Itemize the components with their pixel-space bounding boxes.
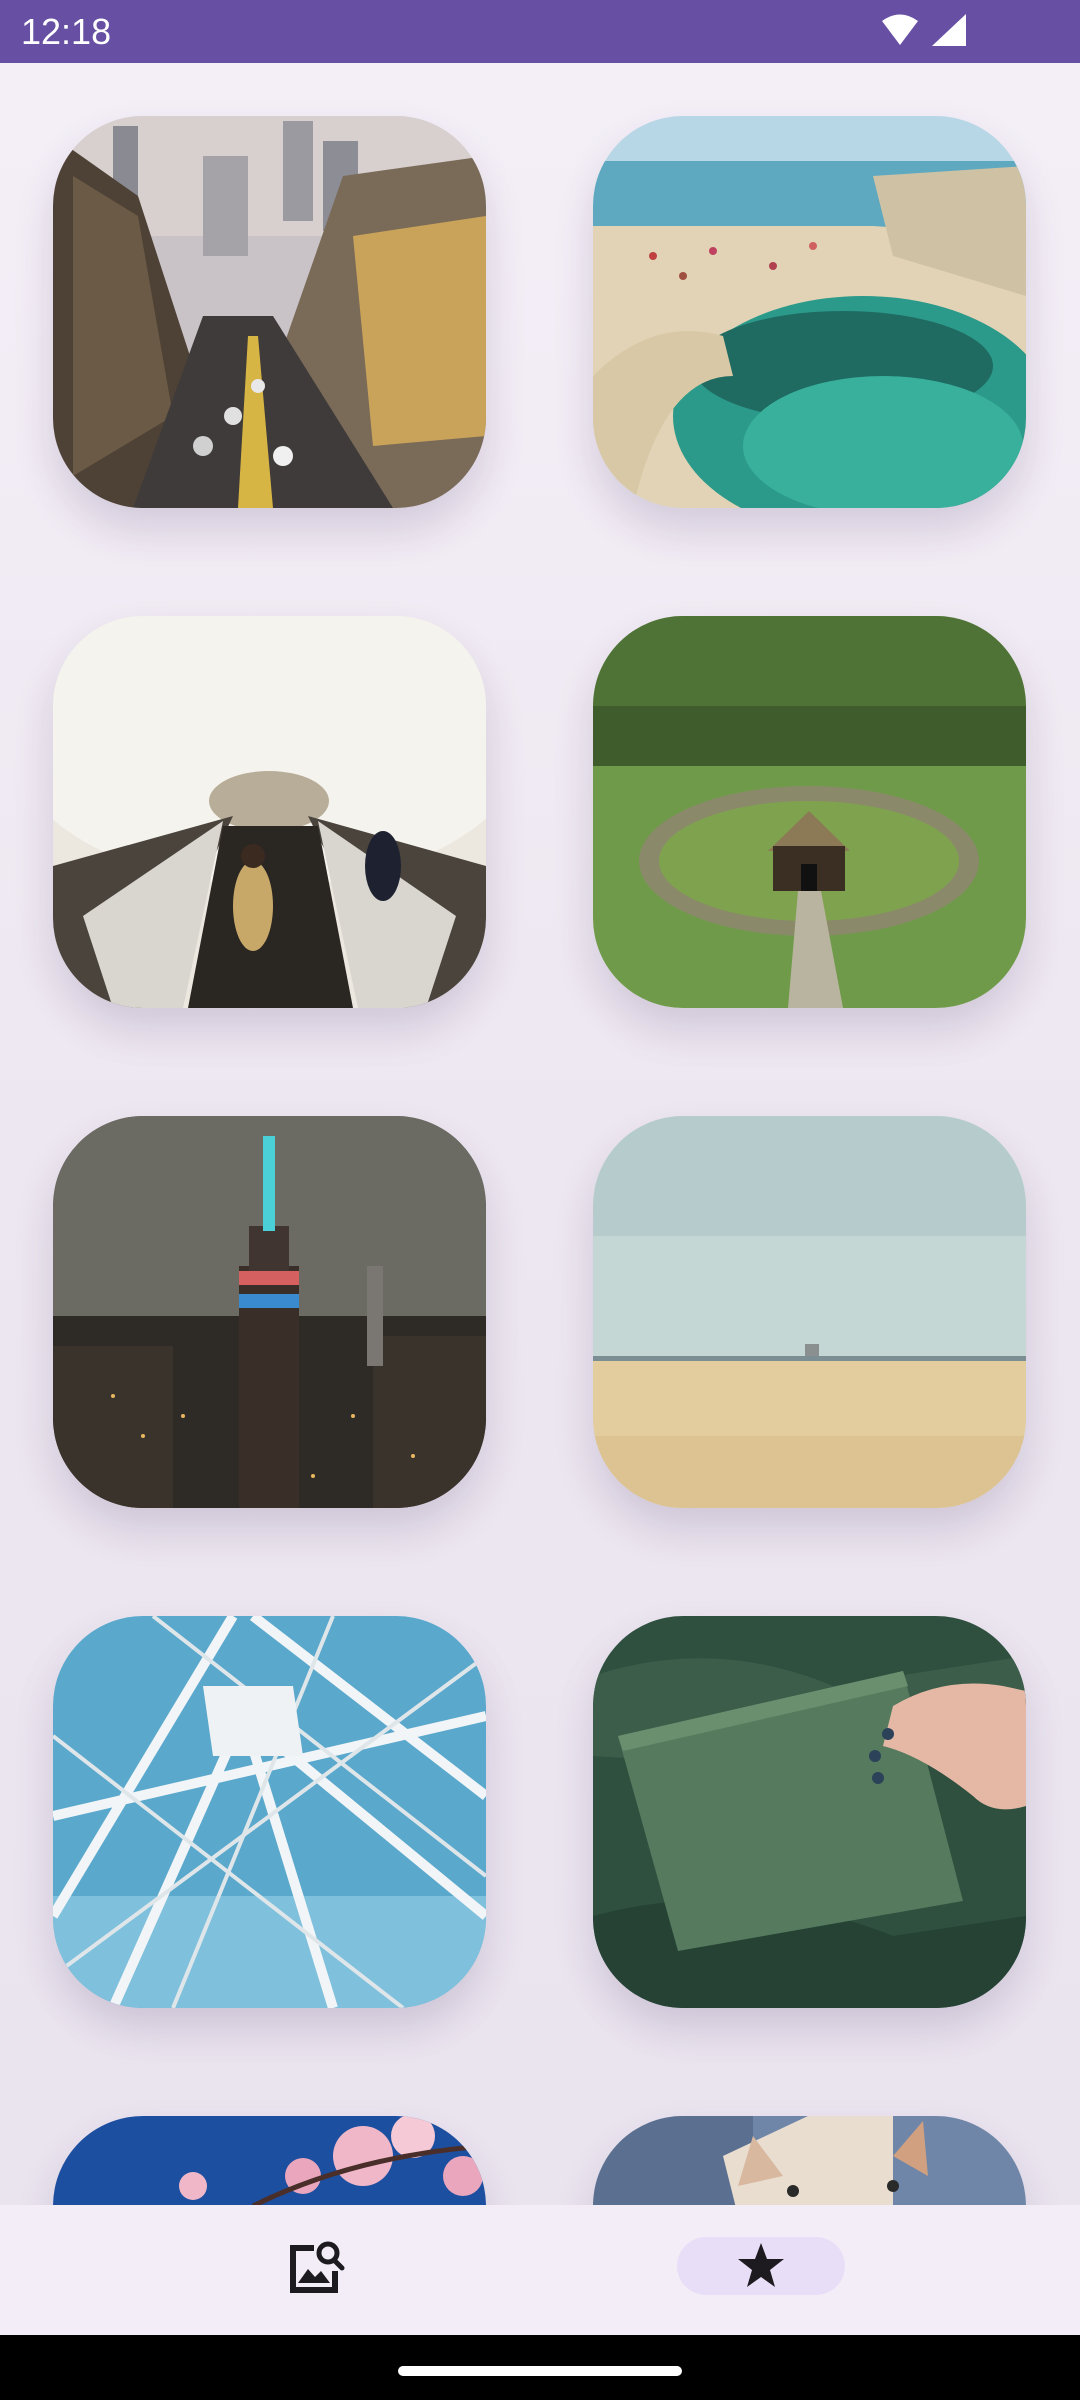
gallery-item-skyline-night[interactable] xyxy=(53,1116,486,1508)
gallery-item-city-street[interactable] xyxy=(53,116,486,508)
nav-item-search[interactable] xyxy=(284,2235,348,2299)
gallery-item-ferris-wheel[interactable] xyxy=(53,1616,486,2008)
gallery-item-green-notebook[interactable] xyxy=(593,1616,1026,2008)
turf-house-photo xyxy=(593,616,1026,1008)
status-icons xyxy=(882,14,966,46)
skyline-at-night-photo xyxy=(53,1116,486,1508)
photo-grid[interactable] xyxy=(0,63,1080,2205)
green-notebook-photo xyxy=(593,1616,1026,2008)
ferris-wheel-photo xyxy=(53,1616,486,2008)
wifi-icon xyxy=(882,14,918,45)
status-bar: 12:18 xyxy=(0,0,1080,63)
gallery-item-kitten[interactable] xyxy=(593,2116,1026,2205)
gallery-item-empty-beach[interactable] xyxy=(593,1116,1026,1508)
cellular-signal-icon xyxy=(932,14,966,46)
city-street-photo xyxy=(53,116,486,508)
image-search-icon xyxy=(290,2241,345,2293)
nav-item-favorites[interactable] xyxy=(677,2237,845,2295)
star-icon xyxy=(738,2243,784,2287)
bottom-navigation xyxy=(0,2205,1080,2335)
empty-beach-photo xyxy=(593,1116,1026,1508)
cherry-blossom-photo xyxy=(53,2116,486,2205)
system-navigation-bar xyxy=(0,2335,1080,2400)
status-time: 12:18 xyxy=(21,11,112,52)
gallery-item-turf-house[interactable] xyxy=(593,616,1026,1008)
gallery-item-coastal-grotto[interactable] xyxy=(593,116,1026,508)
gallery-item-escalator-tunnel[interactable] xyxy=(53,616,486,1008)
escalator-tunnel-photo xyxy=(53,616,486,1008)
coastal-grotto-photo xyxy=(593,116,1026,508)
kitten-photo xyxy=(593,2116,1026,2205)
gallery-item-cherry-blossom[interactable] xyxy=(53,2116,486,2205)
home-gesture-handle[interactable] xyxy=(398,2366,682,2376)
